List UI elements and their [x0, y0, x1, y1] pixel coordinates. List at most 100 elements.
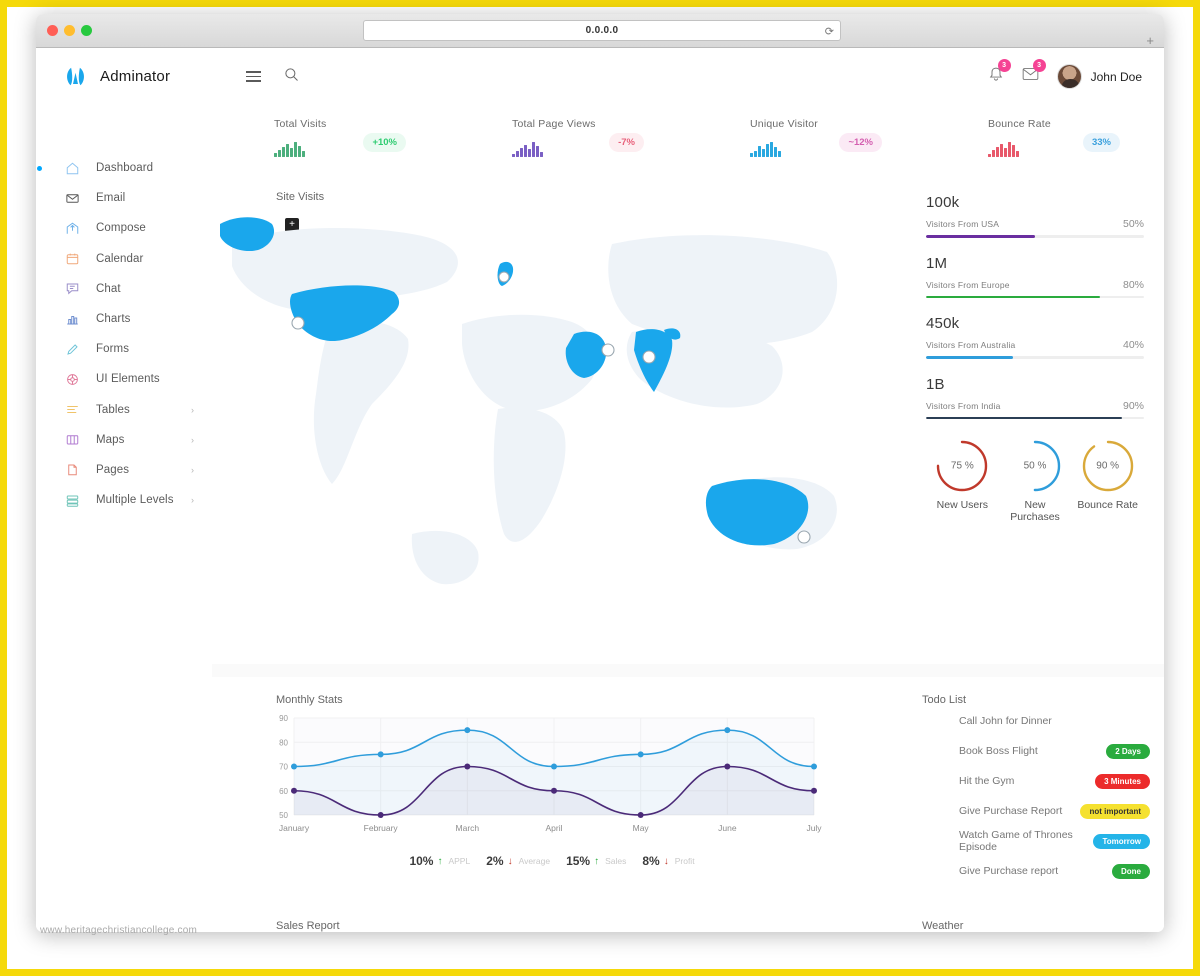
todo-badge: Done — [1112, 863, 1150, 879]
sidebar-item-label: Charts — [96, 313, 131, 326]
todo-item[interactable]: Give Purchase report Done — [922, 856, 1150, 886]
table-icon — [63, 402, 81, 417]
weather-panel: Weather 32°F Partly Clouds — [872, 904, 1164, 932]
todo-item[interactable]: Hit the Gym 3 Minutes — [922, 766, 1150, 796]
data-point[interactable] — [464, 727, 471, 734]
sidebar-item-label: Calendar — [96, 252, 144, 265]
todo-text: Book Boss Flight — [959, 745, 1038, 757]
close-window-button[interactable] — [47, 25, 58, 36]
address-bar[interactable]: 0.0.0.0 ⟳ — [363, 20, 841, 41]
data-point[interactable] — [551, 787, 557, 794]
hamburger-icon[interactable] — [246, 68, 261, 85]
data-point[interactable] — [637, 812, 644, 818]
minimize-window-button[interactable] — [64, 25, 75, 36]
sidebar-item-email[interactable]: Email — [36, 183, 212, 213]
visitor-count: 450k — [926, 315, 960, 332]
sparkline — [988, 141, 1019, 157]
app-header: Adminator 3 3 John Doe — [36, 48, 1164, 105]
y-axis-tick: 70 — [279, 763, 288, 772]
todo-text: Call John for Dinner — [959, 715, 1052, 727]
data-point[interactable] — [637, 751, 644, 758]
legend-label: Average — [518, 856, 551, 866]
status-badge: -7% — [609, 133, 644, 152]
sidebar-item-label: Maps — [96, 433, 125, 446]
progress-bar-fill — [926, 416, 1123, 419]
y-axis-tick: 90 — [279, 714, 288, 723]
status-badge: ~12% — [839, 133, 882, 152]
messages-button[interactable]: 3 — [1022, 59, 1046, 87]
adminator-logo-icon — [67, 67, 84, 86]
visitor-percent: 40% — [1122, 339, 1144, 351]
donut-row: 75 % New Users 50 % New Purchases 90 % Bounce… — [926, 438, 1144, 523]
pencil-icon — [66, 344, 78, 355]
data-point[interactable] — [464, 763, 471, 770]
data-point[interactable] — [377, 751, 384, 758]
visitor-percent: 80% — [1122, 278, 1144, 291]
sidebar-item-calendar[interactable]: Calendar — [36, 244, 212, 274]
arrow-down-icon: ↓ — [507, 855, 513, 867]
todo-list: Call John for Dinner Book Boss Flight 2 Da… — [922, 706, 1150, 886]
todo-item[interactable]: Book Boss Flight 2 Days — [922, 736, 1150, 766]
pages-icon — [63, 462, 81, 477]
todo-badge: Tomorrow — [1093, 833, 1150, 849]
data-point[interactable] — [724, 727, 731, 734]
data-point[interactable] — [811, 763, 817, 770]
todo-badge: 3 Minutes — [1095, 773, 1150, 789]
todo-item[interactable]: Watch Game of Thrones Episode Tomorrow — [922, 826, 1150, 856]
sparkline — [512, 141, 543, 157]
reload-icon[interactable]: ⟳ — [825, 25, 834, 38]
chevron-right-icon: › — [191, 404, 194, 415]
search-icon[interactable] — [284, 67, 299, 87]
sidebar-item-label: UI Elements — [96, 373, 160, 386]
sidebar-item-multiple-levels[interactable]: Multiple Levels › — [36, 485, 212, 515]
legend-label: APPL — [448, 856, 471, 866]
visitor-progress-item: 100k Visitors From USA 50% — [926, 194, 1144, 238]
visitor-percent: 50% — [1122, 218, 1144, 230]
weather-title: Weather — [922, 920, 964, 932]
maximize-window-button[interactable] — [81, 25, 92, 36]
bar-chart-icon — [66, 315, 78, 325]
donut-label: New Purchases — [1010, 499, 1060, 523]
layers-icon — [66, 495, 78, 507]
todo-item[interactable]: Give Purchase Report not important — [922, 796, 1150, 826]
sidebar-item-dashboard[interactable]: Dashboard — [36, 153, 212, 183]
data-point[interactable] — [551, 763, 557, 770]
sidebar-item-maps[interactable]: Maps › — [36, 425, 212, 455]
world-map[interactable] — [212, 204, 852, 634]
data-point[interactable] — [377, 812, 384, 818]
todo-badge: not important — [1080, 803, 1150, 819]
main-content: Total Visits +10% Total Page Views -7% Uniqu… — [212, 105, 1164, 932]
visitor-region-label: Visitors From Australia — [926, 340, 1016, 350]
sidebar-item-compose[interactable]: Compose — [36, 213, 212, 243]
sidebar-item-forms[interactable]: Forms — [36, 334, 212, 364]
user-menu[interactable]: John Doe — [1056, 64, 1142, 89]
sidebar-item-pages[interactable]: Pages › — [36, 455, 212, 485]
map-marker-uk — [498, 271, 510, 283]
monthly-stats-chart[interactable]: 50 60 70 80 90 January February March April May Ju… — [266, 712, 826, 837]
avatar — [1056, 64, 1082, 89]
data-point[interactable] — [291, 787, 297, 794]
data-point[interactable] — [811, 787, 817, 794]
data-point[interactable] — [291, 763, 297, 770]
notifications-button[interactable]: 3 — [988, 58, 1011, 88]
sidebar-item-chat[interactable]: Chat — [36, 274, 212, 304]
donut-chart-new-users: 75 % New Users — [926, 438, 999, 523]
new-tab-button[interactable]: + — [1146, 33, 1154, 48]
layers-icon — [63, 493, 81, 508]
sidebar-item-charts[interactable]: Charts — [36, 304, 212, 334]
sidebar-item-tables[interactable]: Tables › — [36, 395, 212, 425]
donut-label: New Users — [936, 499, 988, 511]
visitor-progress-list: 100k Visitors From USA 50% 1M Visitors From … — [926, 194, 1144, 419]
sidebar-item-label: Pages — [96, 463, 130, 476]
table-icon — [66, 406, 78, 414]
todo-item[interactable]: Call John for Dinner — [922, 706, 1150, 736]
brand-name: Adminator — [100, 68, 171, 85]
visitor-count: 100k — [926, 194, 960, 211]
chevron-right-icon: › — [191, 495, 194, 506]
home-icon — [66, 162, 78, 174]
legend-percent: 10% — [409, 854, 434, 868]
brand[interactable]: Adminator — [36, 64, 212, 89]
map-icon — [66, 435, 78, 445]
data-point[interactable] — [724, 763, 731, 770]
sidebar-item-ui-elements[interactable]: UI Elements — [36, 364, 212, 394]
